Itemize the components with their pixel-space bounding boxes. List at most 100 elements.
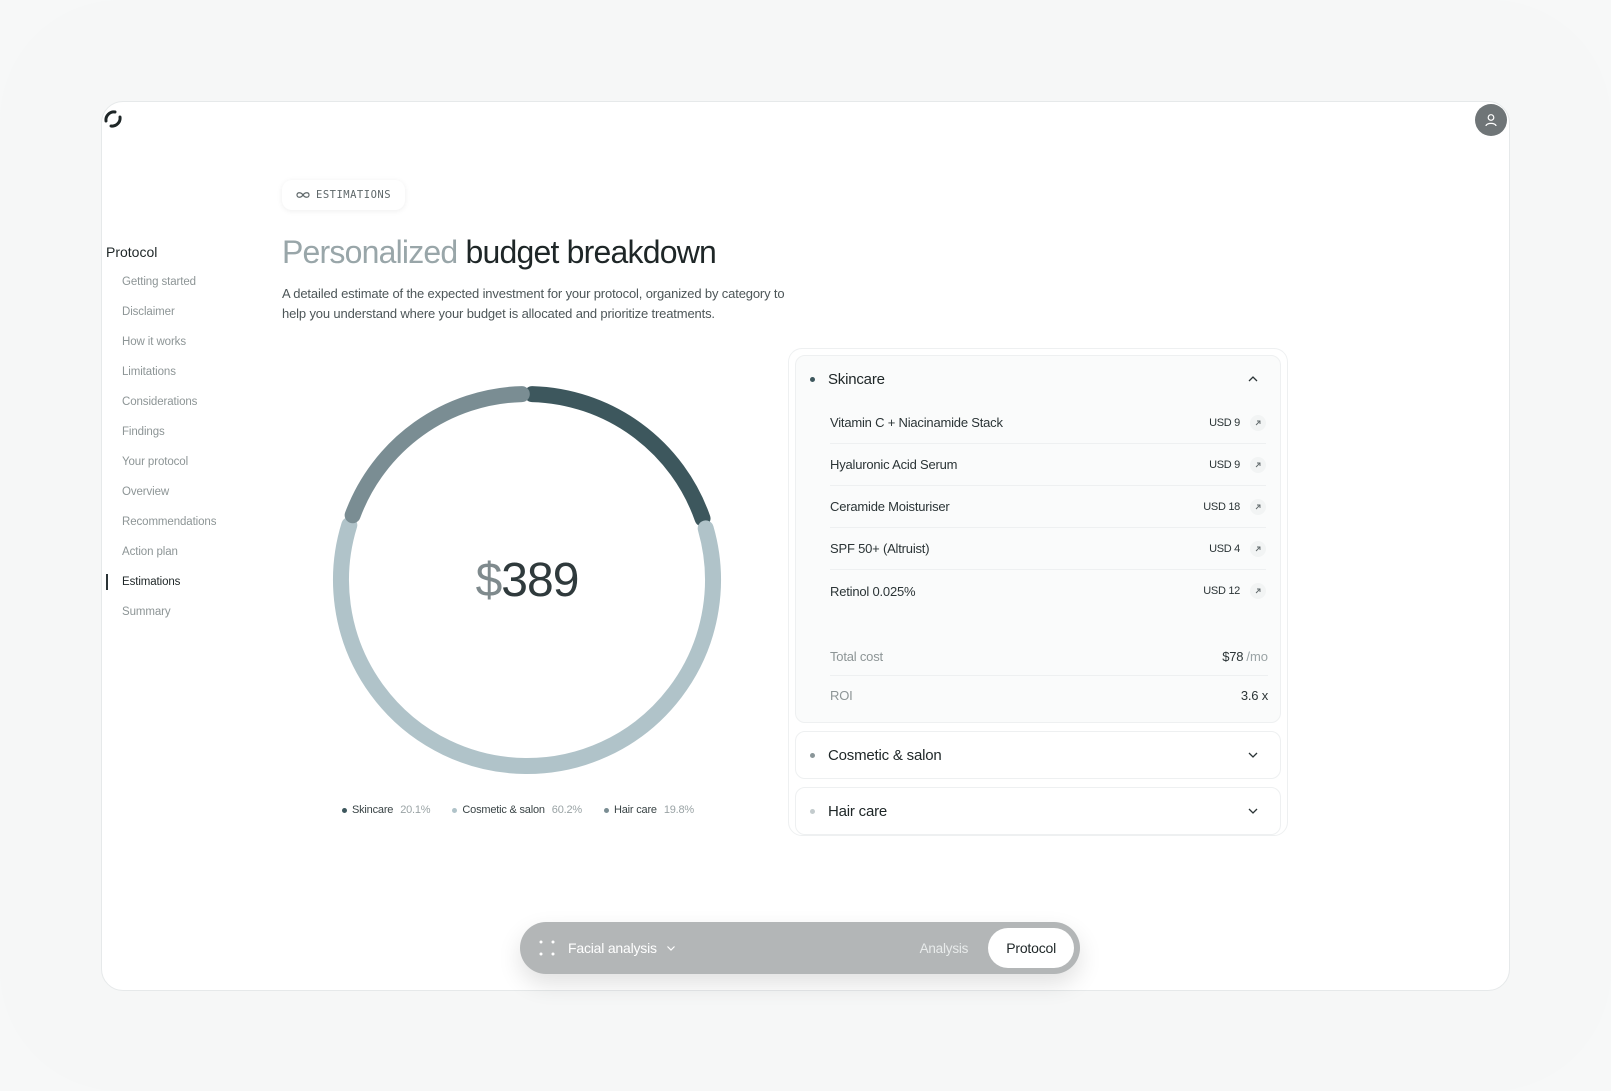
page-description: A detailed estimate of the expected inve… bbox=[282, 286, 785, 321]
arrow-up-right-icon bbox=[1255, 420, 1261, 425]
chevron-down-icon bbox=[1248, 808, 1258, 814]
sidebar-item[interactable]: Your protocol bbox=[106, 454, 276, 484]
chevron-up-icon bbox=[1248, 376, 1258, 382]
section-tag: ESTIMATIONS bbox=[282, 180, 406, 210]
list-item: SPF 50+ (Altruist) USD 4 bbox=[830, 528, 1266, 570]
infinity-icon bbox=[296, 192, 310, 198]
accordion-header[interactable]: Skincare bbox=[796, 356, 1280, 402]
legend-label: Cosmetic & salon bbox=[462, 804, 545, 816]
product-price: USD 12 bbox=[1203, 585, 1240, 597]
page-title-dark: budget breakdown bbox=[465, 234, 717, 270]
product-price: USD 18 bbox=[1203, 500, 1240, 513]
total-cost-label: Total cost bbox=[830, 649, 883, 664]
sidebar-item[interactable]: Disclaimer bbox=[106, 304, 276, 334]
external-link-button[interactable] bbox=[1250, 456, 1266, 473]
sidebar-item[interactable]: Overview bbox=[106, 484, 276, 514]
chart-legend: Skincare 20.1% Cosmetic & salon 60.2% Hair c… bbox=[342, 804, 694, 816]
sidebar-item[interactable]: How it works bbox=[106, 334, 276, 364]
chevron-down-icon bbox=[1248, 752, 1258, 758]
external-link-button[interactable] bbox=[1250, 498, 1266, 515]
sidebar-item[interactable]: Action plan bbox=[106, 544, 276, 574]
total-cost-value: $78 bbox=[1222, 649, 1244, 664]
category-accordion: Hair care bbox=[795, 787, 1281, 835]
user-avatar[interactable] bbox=[1475, 104, 1507, 136]
accordion-header[interactable]: Cosmetic & salon bbox=[796, 732, 1280, 778]
external-link-button[interactable] bbox=[1250, 583, 1266, 599]
legend-label: Hair care bbox=[614, 804, 657, 816]
category-name: Cosmetic & salon bbox=[828, 746, 942, 764]
legend-item: Skincare 20.1% bbox=[342, 804, 431, 816]
sidebar-item[interactable]: Recommendations bbox=[106, 514, 276, 544]
roi-value: 3.6 x bbox=[1240, 687, 1268, 703]
product-name: Retinol 0.025% bbox=[830, 583, 916, 599]
product-price: USD 4 bbox=[1209, 542, 1240, 555]
category-dot bbox=[810, 808, 815, 814]
list-item: Hyaluronic Acid Serum USD 9 bbox=[830, 444, 1266, 486]
list-item: Vitamin C + Niacinamide Stack USD 9 bbox=[830, 402, 1266, 444]
category-name: Skincare bbox=[828, 370, 885, 388]
legend-dot bbox=[342, 807, 347, 813]
accordion-header[interactable]: Hair care bbox=[796, 788, 1280, 834]
sidebar-item[interactable]: Limitations bbox=[106, 364, 276, 394]
list-item: Retinol 0.025% USD 12 bbox=[830, 570, 1266, 612]
dots-grid-icon[interactable] bbox=[538, 939, 556, 957]
product-name: Vitamin C + Niacinamide Stack bbox=[830, 415, 1003, 430]
sidebar-item[interactable]: Summary bbox=[106, 604, 276, 634]
category-summary: Total cost $78 /mo ROI 3.6 x bbox=[796, 612, 1280, 722]
arrow-up-right-icon bbox=[1255, 546, 1261, 551]
sidebar-list: Getting started Disclaimer How it works Lim… bbox=[106, 274, 276, 634]
product-price: USD 9 bbox=[1209, 458, 1240, 471]
total-cost-unit: /mo bbox=[1246, 649, 1268, 664]
legend-percent: 60.2% bbox=[551, 804, 582, 816]
product-price: USD 9 bbox=[1209, 416, 1240, 429]
arrow-up-right-icon bbox=[1255, 504, 1261, 509]
bottom-nav-bar: Facial analysis Analysis Protocol bbox=[520, 922, 1080, 974]
category-dot bbox=[810, 752, 815, 758]
roi-label: ROI bbox=[830, 687, 853, 703]
legend-dot bbox=[604, 807, 609, 813]
tab-analysis[interactable]: Analysis bbox=[920, 941, 969, 956]
product-name: Hyaluronic Acid Serum bbox=[830, 457, 958, 472]
legend-percent: 20.1% bbox=[400, 804, 431, 816]
budget-donut-chart: $389 bbox=[327, 380, 727, 780]
user-icon bbox=[1485, 114, 1497, 127]
legend-dot bbox=[452, 807, 458, 813]
total-amount: $389 bbox=[327, 380, 727, 780]
legend-label: Skincare bbox=[352, 804, 394, 816]
list-item: Ceramide Moisturiser USD 18 bbox=[830, 486, 1266, 528]
app-window: Protocol Getting started Disclaimer How it… bbox=[101, 101, 1510, 991]
category-accordion: Skincare Vitamin C + Niacinamide Stack U… bbox=[795, 355, 1281, 723]
total-currency: $ bbox=[475, 553, 503, 607]
sidebar-item[interactable]: Considerations bbox=[106, 394, 276, 424]
category-panel: Skincare Vitamin C + Niacinamide Stack U… bbox=[788, 348, 1288, 836]
category-dot bbox=[810, 376, 815, 382]
total-cost-row: Total cost $78 /mo bbox=[830, 638, 1268, 676]
sidebar-item[interactable]: Estimations bbox=[106, 574, 276, 604]
arrow-up-right-icon bbox=[1255, 588, 1261, 594]
device-frame: Protocol Getting started Disclaimer How it… bbox=[0, 0, 1611, 1091]
legend-item: Cosmetic & salon 60.2% bbox=[452, 804, 582, 816]
external-link-button[interactable] bbox=[1250, 414, 1266, 431]
category-accordion: Cosmetic & salon bbox=[795, 731, 1281, 779]
product-name: Ceramide Moisturiser bbox=[830, 499, 950, 514]
facial-analysis-label: Facial analysis bbox=[568, 940, 657, 956]
sidebar-section-title[interactable]: Protocol bbox=[106, 244, 276, 260]
tab-protocol[interactable]: Protocol bbox=[988, 928, 1074, 968]
page-title-light: Personalized bbox=[282, 234, 458, 270]
arrow-up-right-icon bbox=[1255, 462, 1261, 467]
sidebar-item[interactable]: Findings bbox=[106, 424, 276, 454]
product-name: SPF 50+ (Altruist) bbox=[830, 541, 930, 556]
facial-analysis-dropdown[interactable]: Facial analysis bbox=[568, 940, 920, 956]
legend-percent: 19.8% bbox=[663, 804, 695, 816]
total-value: 389 bbox=[501, 553, 579, 607]
sidebar-item[interactable]: Getting started bbox=[106, 274, 276, 304]
category-items: Vitamin C + Niacinamide Stack USD 9 Hyal… bbox=[796, 402, 1280, 612]
page-title: Personalized budget breakdown bbox=[282, 234, 717, 271]
sidebar-nav: Protocol Getting started Disclaimer How it… bbox=[106, 244, 276, 634]
external-link-button[interactable] bbox=[1250, 540, 1266, 557]
section-tag-label: ESTIMATIONS bbox=[316, 189, 392, 201]
logo-icon bbox=[104, 110, 122, 128]
roi-row: ROI 3.6 x bbox=[830, 676, 1268, 714]
legend-item: Hair care 19.8% bbox=[604, 804, 694, 816]
chevron-down-icon bbox=[666, 946, 675, 951]
